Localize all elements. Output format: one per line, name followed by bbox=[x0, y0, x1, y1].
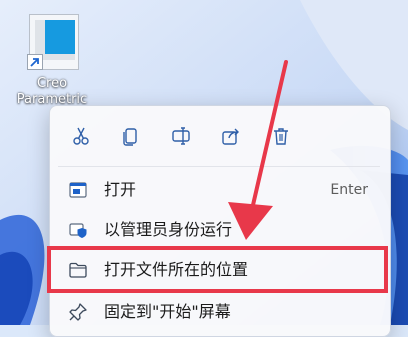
menu-item-open-label: 打开 bbox=[104, 180, 137, 199]
shortcut-arrow-icon bbox=[27, 54, 43, 70]
menu-item-pin-to-start-label: 固定到"开始"屏幕 bbox=[104, 302, 231, 321]
cut-button[interactable] bbox=[65, 120, 97, 152]
desktop-shortcut-label: Creo Parametric bbox=[16, 76, 88, 107]
quick-actions-bar bbox=[50, 106, 390, 166]
scissors-icon bbox=[73, 127, 89, 145]
admin-shield-icon bbox=[69, 223, 87, 238]
menu-item-open[interactable]: 打开 Enter bbox=[56, 172, 382, 208]
menu-item-open-file-location[interactable]: 打开文件所在的位置 bbox=[56, 252, 382, 288]
rename-icon bbox=[172, 127, 190, 145]
pin-icon bbox=[69, 303, 87, 321]
menu-item-open-file-location-label: 打开文件所在的位置 bbox=[104, 260, 249, 279]
menu-item-open-shortcut: Enter bbox=[330, 182, 368, 198]
open-app-icon bbox=[69, 182, 87, 198]
copy-icon bbox=[123, 128, 137, 146]
share-icon bbox=[222, 128, 239, 145]
menu-item-run-as-admin[interactable]: 以管理员身份运行 bbox=[56, 212, 382, 248]
share-button[interactable] bbox=[215, 120, 247, 152]
delete-button[interactable] bbox=[265, 120, 297, 152]
rename-button[interactable] bbox=[165, 120, 197, 152]
folder-icon bbox=[69, 262, 87, 278]
desktop-shortcut-creo[interactable]: Creo Parametric bbox=[14, 10, 90, 110]
menu-item-run-as-admin-label: 以管理员身份运行 bbox=[104, 220, 233, 239]
context-menu: 打开 Enter 以管理员身份运行 打开文件所在的位置 固定到"开始"屏幕 bbox=[49, 105, 391, 337]
menu-separator bbox=[58, 166, 380, 167]
trash-icon bbox=[274, 128, 288, 145]
copy-button[interactable] bbox=[115, 120, 147, 152]
